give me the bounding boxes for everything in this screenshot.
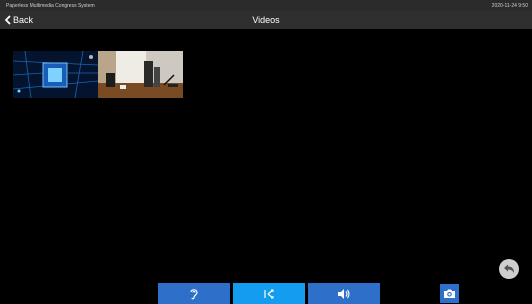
undo-button[interactable]	[499, 259, 519, 279]
split-arrows-icon	[264, 289, 274, 298]
clock: 2020-11-24 9:50	[491, 3, 528, 9]
video-thumbnail-chip[interactable]	[13, 51, 98, 98]
bottom-toolbar	[158, 283, 380, 304]
switch-button[interactable]	[233, 283, 305, 304]
page-title: Videos	[252, 15, 280, 25]
listen-button[interactable]	[158, 283, 230, 304]
undo-icon	[504, 264, 514, 273]
video-list	[13, 51, 183, 98]
app-name: Paperless Multimedia Congress System	[6, 3, 95, 9]
status-bar: Paperless Multimedia Congress System 202…	[0, 0, 532, 11]
speaker-icon	[338, 288, 350, 299]
video-thumbnail-room[interactable]	[98, 51, 183, 98]
title-bar: Back Videos	[0, 11, 532, 29]
camera-button[interactable]	[440, 284, 459, 303]
camera-icon	[444, 289, 455, 298]
volume-button[interactable]	[308, 283, 380, 304]
ear-icon	[190, 288, 198, 299]
